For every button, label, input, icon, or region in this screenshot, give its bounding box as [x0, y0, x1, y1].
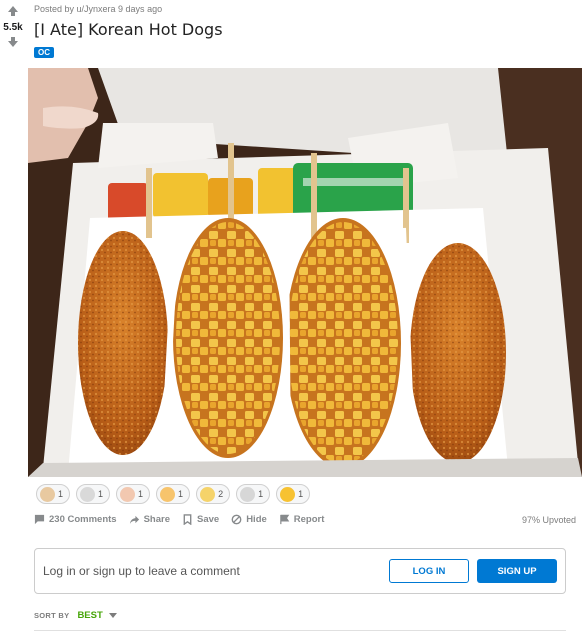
- award-2[interactable]: 1: [76, 484, 111, 504]
- bookmark-icon: [183, 514, 192, 525]
- award-4[interactable]: 1: [156, 484, 191, 504]
- sign-up-button[interactable]: SIGN UP: [477, 559, 557, 583]
- share-button[interactable]: Share: [129, 514, 170, 525]
- awards-row: 1 1 1 1 2 1 1: [36, 484, 311, 504]
- comments-label: 230 Comments: [49, 514, 117, 525]
- save-label: Save: [197, 514, 220, 525]
- award-heart-eyes-icon: [160, 486, 176, 502]
- login-prompt-box: Log in or sign up to leave a comment LOG…: [34, 548, 566, 594]
- award-count: 1: [178, 489, 184, 499]
- award-count: 2: [218, 489, 224, 499]
- post-title[interactable]: [I Ate] Korean Hot Dogs: [34, 20, 223, 39]
- sort-value: BEST: [77, 610, 103, 621]
- oc-flair-badge: OC: [34, 47, 54, 58]
- award-count: 1: [98, 489, 104, 499]
- save-button[interactable]: Save: [182, 514, 219, 525]
- vote-column: 5.5k: [0, 0, 26, 49]
- comments-button[interactable]: 230 Comments: [34, 514, 117, 525]
- award-robot-icon: [240, 486, 256, 502]
- sort-dropdown[interactable]: BEST: [77, 610, 117, 621]
- award-laugh-icon: [200, 486, 216, 502]
- chevron-down-icon: [108, 613, 117, 618]
- award-hands-icon: [40, 486, 55, 502]
- award-face-icon: [80, 486, 96, 502]
- log-in-button[interactable]: LOG IN: [389, 559, 469, 583]
- award-count: 1: [258, 489, 264, 499]
- korean-hot-dogs-photo: [28, 68, 582, 477]
- award-6[interactable]: 1: [236, 484, 271, 504]
- flag-icon: [280, 514, 290, 525]
- post-image[interactable]: [28, 68, 582, 477]
- login-prompt-text: Log in or sign up to leave a comment: [43, 564, 240, 578]
- upvote-arrow-icon[interactable]: [2, 4, 24, 18]
- hide-button[interactable]: Hide: [231, 514, 267, 525]
- award-5[interactable]: 2: [196, 484, 231, 504]
- hide-label: Hide: [246, 514, 267, 525]
- award-count: 1: [58, 489, 64, 499]
- award-count: 1: [298, 489, 304, 499]
- award-cat-icon: [120, 486, 136, 502]
- award-1[interactable]: 1: [36, 484, 71, 504]
- post-meta: Posted by u/Jynxera 9 days ago: [34, 4, 163, 14]
- downvote-arrow-icon[interactable]: [2, 35, 24, 49]
- report-label: Report: [293, 514, 325, 525]
- award-3[interactable]: 1: [116, 484, 151, 504]
- hide-icon: [231, 514, 242, 525]
- vote-score: 5.5k: [3, 22, 23, 33]
- sort-bar: SORT BY BEST: [34, 610, 117, 621]
- post-actions: 230 Comments Share Save Hide Report 97% …: [34, 514, 576, 525]
- sort-label: SORT BY: [34, 611, 70, 620]
- comment-icon: [34, 514, 45, 525]
- award-7[interactable]: 1: [276, 484, 311, 504]
- share-label: Share: [143, 514, 170, 525]
- report-button[interactable]: Report: [279, 514, 325, 525]
- share-icon: [129, 515, 139, 525]
- divider: [34, 630, 566, 631]
- award-sunglasses-icon: [280, 486, 296, 502]
- award-count: 1: [138, 489, 144, 499]
- upvote-ratio: 97% Upvoted: [521, 514, 576, 525]
